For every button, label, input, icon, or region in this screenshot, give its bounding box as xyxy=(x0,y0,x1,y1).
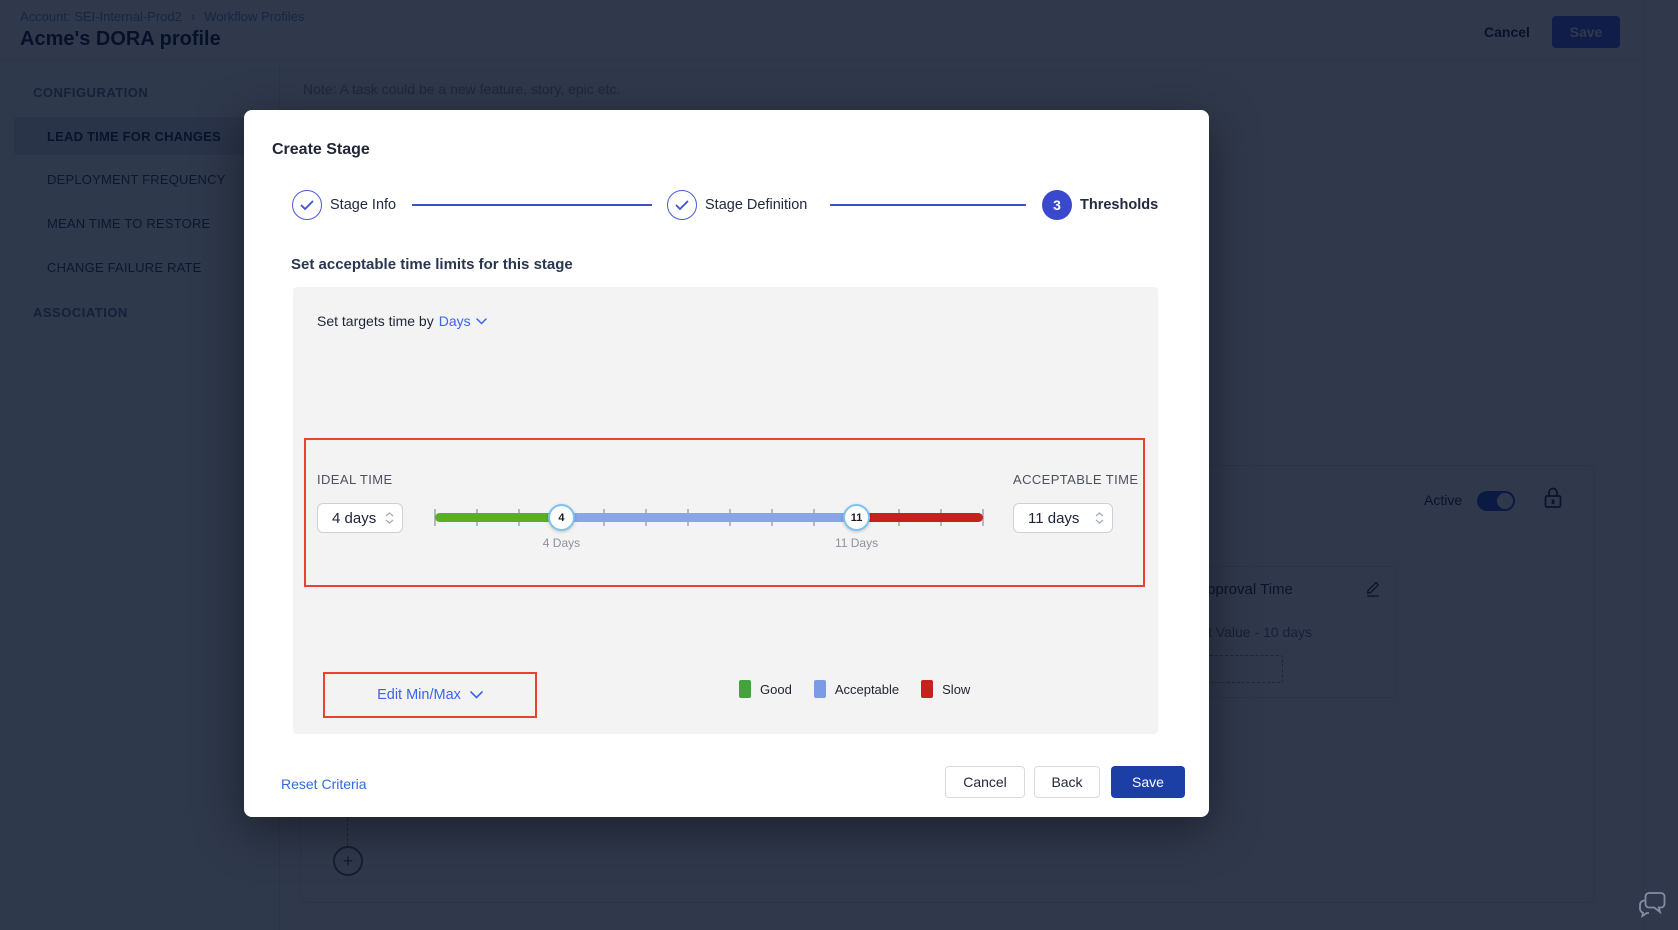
stepper-line-1 xyxy=(412,204,652,206)
step1-label-stage-info[interactable]: Stage Info xyxy=(330,197,396,213)
chevron-down-icon[interactable] xyxy=(476,318,487,325)
threshold-legend: Good Acceptable Slow xyxy=(739,680,970,698)
legend-label: Good xyxy=(760,682,792,697)
slider-segment-slow xyxy=(857,513,983,522)
ideal-time-label: IDEAL TIME xyxy=(317,472,393,487)
modal-save-button[interactable]: Save xyxy=(1111,766,1185,798)
create-stage-modal: Create Stage Stage Info Stage Definition… xyxy=(244,110,1209,817)
acceptable-time-input[interactable]: 11 days xyxy=(1013,503,1113,533)
slider-segment-acceptable xyxy=(561,513,856,522)
modal-cancel-button[interactable]: Cancel xyxy=(945,766,1025,798)
legend-swatch-good xyxy=(739,680,751,698)
legend-item-good: Good xyxy=(739,680,792,698)
spinner-up-icon[interactable] xyxy=(1095,512,1104,517)
acceptable-time-stepper[interactable] xyxy=(1090,512,1112,524)
threshold-slider[interactable]: 4 4 Days 11 11 Days xyxy=(435,503,983,551)
legend-item-acceptable: Acceptable xyxy=(814,680,899,698)
edit-minmax-button[interactable]: Edit Min/Max xyxy=(323,672,537,718)
set-targets-row: Set targets time by Days xyxy=(317,313,487,329)
chat-help-icon[interactable] xyxy=(1636,886,1670,925)
acceptable-time-value[interactable]: 11 days xyxy=(1014,510,1090,527)
step3-number-badge[interactable]: 3 xyxy=(1042,190,1072,220)
step2-complete-check-icon[interactable] xyxy=(667,190,697,220)
slider-handle-4-days[interactable]: 4 xyxy=(548,504,575,531)
legend-swatch-acceptable xyxy=(814,680,826,698)
spinner-down-icon[interactable] xyxy=(385,519,394,524)
modal-back-button[interactable]: Back xyxy=(1034,766,1100,798)
slider-handle-11-days[interactable]: 11 xyxy=(843,504,870,531)
legend-item-slow: Slow xyxy=(921,680,970,698)
ideal-time-value[interactable]: 4 days xyxy=(318,510,380,527)
acceptable-time-label: ACCEPTABLE TIME xyxy=(1013,472,1138,487)
chevron-down-icon xyxy=(470,691,483,699)
ideal-time-stepper[interactable] xyxy=(380,512,402,524)
legend-label: Acceptable xyxy=(835,682,899,697)
thresholds-panel: Set targets time by Days IDEAL TIME 4 da… xyxy=(293,287,1158,734)
stepper-line-2 xyxy=(830,204,1026,206)
legend-label: Slow xyxy=(942,682,970,697)
edit-minmax-label: Edit Min/Max xyxy=(377,687,461,703)
ideal-time-input[interactable]: 4 days xyxy=(317,503,403,533)
slider-handle-label: 4 Days xyxy=(543,536,580,550)
step3-label-thresholds[interactable]: Thresholds xyxy=(1080,197,1158,213)
spinner-up-icon[interactable] xyxy=(385,512,394,517)
modal-title: Create Stage xyxy=(272,141,370,159)
legend-swatch-slow xyxy=(921,680,933,698)
slider-segment-good xyxy=(435,513,561,522)
spinner-down-icon[interactable] xyxy=(1095,519,1104,524)
slider-handle-label: 11 Days xyxy=(835,536,878,550)
step2-label-stage-definition[interactable]: Stage Definition xyxy=(705,197,807,213)
thresholds-section-title: Set acceptable time limits for this stag… xyxy=(291,256,573,273)
step1-complete-check-icon[interactable] xyxy=(292,190,322,220)
set-targets-prefix: Set targets time by xyxy=(317,313,434,329)
reset-criteria-link[interactable]: Reset Criteria xyxy=(281,776,367,792)
targets-unit-dropdown[interactable]: Days xyxy=(439,313,471,329)
